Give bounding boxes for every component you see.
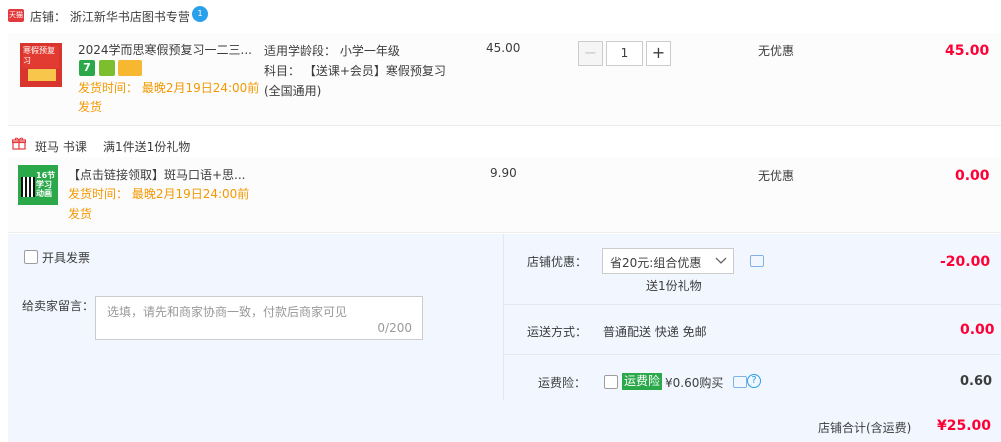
insurance-checkbox[interactable] xyxy=(604,375,618,389)
unit-price: 9.90 xyxy=(490,166,517,180)
message-char-count: 0/200 xyxy=(377,321,412,335)
message-placeholder: 选填，请先和商家协商一致，付款后商家可见 xyxy=(107,305,348,319)
shipping-time: 发货时间： 最晚2月19日24:00前 xyxy=(68,187,250,201)
shipping-method-value: 普通配送 快递 免邮 xyxy=(603,325,707,339)
insurance-amount: 0.60 xyxy=(960,374,993,389)
tmall-badge: 天猫 xyxy=(8,9,24,22)
shipping-method-label: 运送方式： xyxy=(527,325,588,339)
shop-total-label: 店铺合计(含运费) xyxy=(818,421,912,435)
gift-shop-label: 斑马 书课 xyxy=(35,140,87,154)
insurance-price: ¥0.60购买 xyxy=(665,376,724,390)
shipping-time-cont: 发货 xyxy=(78,100,103,114)
shop-discount-amount: -20.00 xyxy=(940,254,991,270)
shipping-amount: 0.00 xyxy=(960,322,995,338)
insurance-label: 运费险： xyxy=(538,376,587,390)
gift-note: 送1份礼物 xyxy=(646,279,702,293)
shop-discount-selected: 省20元:组合优惠 xyxy=(610,256,702,270)
service-tag-shield-icon xyxy=(99,60,115,76)
shop-discount-select[interactable]: 省20元:组合优惠 xyxy=(602,248,734,274)
product-title-link[interactable]: 【点击链接领取】斑马口语+思... xyxy=(68,166,246,183)
quantity-input[interactable]: 1 xyxy=(606,41,643,66)
item-subtotal: 0.00 xyxy=(955,168,990,184)
help-icon[interactable]: ? xyxy=(747,374,761,388)
comment-icon[interactable] xyxy=(733,376,747,388)
item-subtotal: 45.00 xyxy=(945,43,990,59)
service-tag-7day-icon: 7 xyxy=(79,60,95,76)
service-tag-card-icon xyxy=(118,60,142,76)
chat-icon[interactable]: 1 xyxy=(192,6,208,22)
invoice-checkbox[interactable] xyxy=(24,250,38,264)
attr-region: (全国通用) xyxy=(264,84,322,98)
chevron-down-icon xyxy=(715,257,727,264)
attr-grade: 适用学龄段： 小学一年级 xyxy=(264,44,400,58)
seller-message-input[interactable]: 选填，请先和商家协商一致，付款后商家可见 0/200 xyxy=(95,296,423,340)
unit-price: 45.00 xyxy=(486,41,521,55)
invoice-label: 开具发票 xyxy=(42,251,91,265)
increase-qty-button[interactable]: + xyxy=(646,41,671,66)
insurance-tag: 运费险 xyxy=(622,373,663,390)
message-label: 给卖家留言： xyxy=(22,299,95,313)
shop-total-amount: ¥25.00 xyxy=(937,418,992,434)
item-discount: 无优惠 xyxy=(758,44,795,58)
shipping-time: 发货时间： 最晚2月19日24:00前 xyxy=(78,81,260,95)
thumbnail-text: 16节学习动画 xyxy=(36,171,56,198)
gift-icon xyxy=(12,137,26,150)
shop-name-link[interactable]: 店铺： 浙江新华书店图书专营 xyxy=(30,8,190,25)
product-title-link[interactable]: 2024学而思寒假预复习一二三... xyxy=(78,41,252,58)
shop-discount-label: 店铺优惠： xyxy=(527,255,588,269)
item-discount: 无优惠 xyxy=(758,169,795,183)
thumbnail-text: 寒假预复习 xyxy=(23,46,59,68)
decrease-qty-button[interactable]: − xyxy=(578,41,603,66)
shop-header: 天猫 店铺： 浙江新华书店图书专营 1 xyxy=(0,0,1001,32)
shipping-time-cont: 发货 xyxy=(68,207,93,221)
gift-promo-text: 满1件送1份礼物 xyxy=(103,140,191,154)
comment-icon[interactable] xyxy=(750,255,764,267)
attr-subject: 科目： 【送课+会员】寒假预复习 xyxy=(264,64,446,78)
product-thumbnail[interactable]: 寒假预复习 xyxy=(20,43,62,87)
product-thumbnail[interactable]: 16节学习动画 xyxy=(18,165,58,205)
